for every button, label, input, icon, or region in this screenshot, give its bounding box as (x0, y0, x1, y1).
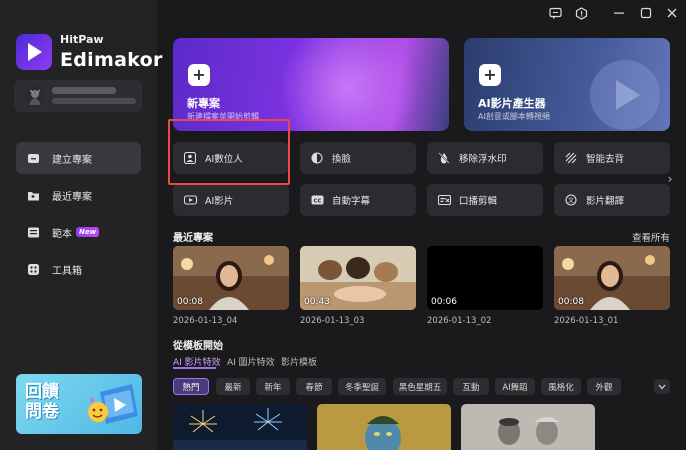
chip-interactive[interactable]: 互動 (453, 378, 489, 395)
new-project-icon (26, 151, 40, 165)
chip-appearance[interactable]: 外觀 (587, 378, 621, 395)
highlight-box (168, 119, 290, 185)
new-project-card[interactable]: + 新專案 新建檔案並開始剪輯 (173, 38, 449, 131)
plus-icon: + (479, 64, 501, 86)
sidebar-item-label: 建立專案 (52, 154, 92, 166)
voice-edit-icon (437, 193, 451, 207)
tool-label: 自動字幕 (332, 196, 371, 207)
recent-project-thumb[interactable]: 00:06 (427, 246, 543, 310)
chip-winter-christmas[interactable]: 冬季聖誕 (338, 378, 386, 395)
sidebar-item-templates[interactable]: 範本 New (16, 216, 141, 248)
duration-label: 00:08 (177, 297, 203, 307)
avatar[interactable] (24, 85, 46, 107)
recent-project-thumb[interactable]: 00:43 (300, 246, 416, 310)
active-tab-indicator (173, 367, 216, 369)
sidebar-item-label: 工具箱 (52, 265, 82, 277)
hero-title: 新專案 (187, 97, 220, 110)
duration-label: 00:08 (558, 297, 584, 307)
tool-label: 口播剪輯 (459, 196, 498, 207)
tool-label: 影片翻譯 (586, 196, 625, 207)
chevron-right-icon[interactable]: › (664, 171, 676, 187)
username-redacted (52, 87, 116, 94)
brand-line2: Edimakor (60, 49, 163, 71)
svg-text:CC: CC (313, 199, 321, 205)
sidebar: HitPaw Edimakor 建立專案 最近專案 範本 New 工具箱 回饋問… (0, 0, 162, 450)
hero-subtitle: AI創意或腳本轉視頻 (478, 112, 550, 121)
recent-project-thumb[interactable]: 00:08 (554, 246, 670, 310)
brand-line1: HitPaw (60, 33, 104, 46)
sidebar-item-label: 範本 (52, 228, 72, 240)
promo-text: 回饋問卷 (25, 382, 59, 422)
chip-spring-festival[interactable]: 春節 (296, 378, 332, 395)
chevron-down-icon[interactable] (654, 379, 670, 394)
play-shape-icon (590, 60, 660, 130)
email-redacted (52, 98, 136, 104)
recent-project-name: 2026-01-13_03 (300, 316, 365, 326)
tool-label: 移除浮水印 (459, 154, 507, 165)
chip-latest[interactable]: 最新 (216, 378, 250, 395)
fantasy-portrait-thumbnail-icon (317, 404, 451, 450)
tool-remove-watermark[interactable]: 移除浮水印 (427, 142, 543, 174)
tool-auto-subtitle[interactable]: CC 自動字幕 (300, 184, 416, 216)
duration-label: 00:06 (431, 297, 457, 307)
recent-folder-icon (26, 188, 40, 202)
tab-ai-image-effects[interactable]: AI 圖片特效 (227, 355, 275, 368)
background-removal-icon (564, 151, 578, 165)
auto-subtitle-icon: CC (310, 193, 324, 207)
sidebar-item-label: 最近專案 (52, 191, 92, 203)
recent-project-thumb[interactable]: 00:08 (173, 246, 289, 310)
tool-label: AI影片 (205, 196, 234, 207)
tool-label: 換臉 (332, 154, 352, 165)
fireworks-thumbnail-icon (173, 404, 307, 450)
recent-projects-title: 最近專案 (173, 233, 213, 244)
survey-illustration-icon (82, 382, 140, 433)
template-card-fireworks[interactable] (173, 404, 307, 450)
elderly-couple-thumbnail-icon (461, 404, 595, 450)
chip-ai-dance[interactable]: AI舞蹈 (495, 378, 535, 395)
duration-label: 00:43 (304, 297, 330, 307)
chip-new-year[interactable]: 新年 (256, 378, 290, 395)
template-card-fantasy[interactable] (317, 404, 451, 450)
see-all-link[interactable]: 查看所有 (632, 230, 670, 244)
template-card-elderly-couple[interactable] (461, 404, 595, 450)
tool-voice-edit[interactable]: 口播剪輯 (427, 184, 543, 216)
tool-label: 智能去背 (586, 154, 625, 165)
toolbox-icon (26, 262, 40, 276)
ai-video-generator-card[interactable]: + AI影片產生器 AI創意或腳本轉視頻 (464, 38, 670, 131)
tool-face-swap[interactable]: 換臉 (300, 142, 416, 174)
recent-project-name: 2026-01-13_02 (427, 316, 492, 326)
app-logo-icon (16, 34, 52, 70)
video-translate-icon: 文 (564, 193, 578, 207)
feedback-survey-banner[interactable]: 回饋問卷 (16, 374, 142, 434)
tab-video-templates[interactable]: 影片模板 (281, 355, 317, 368)
tool-ai-video[interactable]: AI影片 (173, 184, 289, 216)
maximize-icon[interactable] (638, 5, 654, 21)
template-icon (26, 225, 40, 239)
close-icon[interactable] (664, 5, 680, 21)
svg-text:文: 文 (568, 196, 574, 204)
hero-title: AI影片產生器 (478, 97, 546, 110)
plus-icon: + (188, 64, 210, 86)
minimize-icon[interactable] (611, 5, 627, 21)
settings-hex-icon[interactable] (573, 5, 589, 21)
tool-background-removal[interactable]: 智能去背 (554, 142, 670, 174)
sidebar-item-recent-projects[interactable]: 最近專案 (16, 179, 141, 211)
user-account-card[interactable] (14, 80, 142, 112)
chip-black-friday[interactable]: 黑色星期五 (393, 378, 447, 395)
face-swap-icon (310, 151, 324, 165)
sidebar-item-new-project[interactable]: 建立專案 (16, 142, 141, 174)
tool-video-translate[interactable]: 文 影片翻譯 (554, 184, 670, 216)
new-badge: New (76, 227, 100, 237)
remove-watermark-icon (437, 151, 451, 165)
feedback-chat-icon[interactable] (547, 5, 563, 21)
ai-video-icon (183, 193, 197, 207)
chip-stylized[interactable]: 風格化 (541, 378, 581, 395)
recent-project-name: 2026-01-13_04 (173, 316, 238, 326)
chip-popular[interactable]: 熱門 (173, 378, 209, 395)
templates-title: 從模板開始 (173, 341, 223, 352)
recent-project-name: 2026-01-13_01 (554, 316, 619, 326)
card-glow (279, 38, 419, 131)
sidebar-item-toolbox[interactable]: 工具箱 (16, 253, 141, 285)
